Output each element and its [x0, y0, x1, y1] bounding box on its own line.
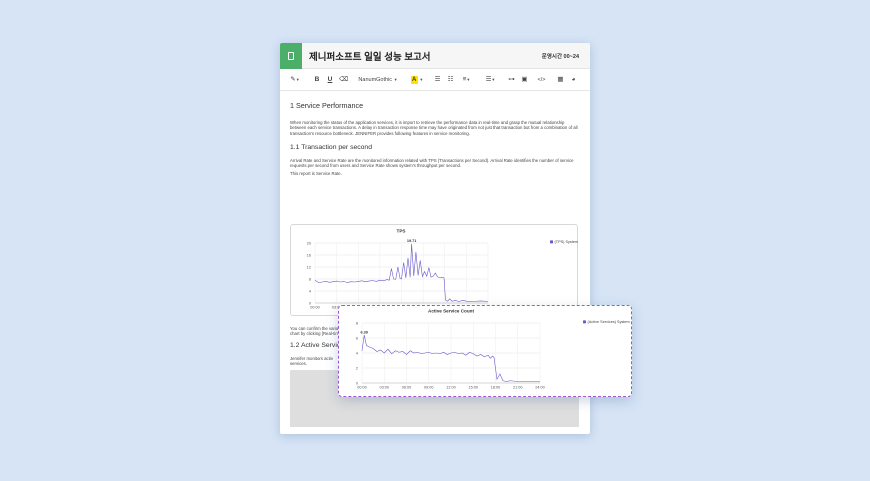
x-tick-label: 00:00 — [310, 306, 320, 310]
link-button[interactable]: ⊶ — [507, 74, 516, 86]
y-tick-label: 2 — [356, 366, 358, 370]
y-tick-label: 4 — [309, 289, 311, 293]
active-service-chart: Active Service Count0246800:00 03:00 06:00… — [356, 309, 630, 390]
chevron-down-icon: ▼ — [419, 77, 424, 82]
font-family-value: NanumGothic — [358, 77, 393, 83]
heading-service-performance: 1 Service Performance — [290, 101, 364, 110]
bold-button[interactable]: B — [313, 74, 321, 86]
eraser-button[interactable]: ⌫ — [339, 74, 349, 86]
legend-swatch — [550, 240, 553, 244]
y-tick-label: 8 — [309, 277, 311, 281]
document-title: 제니퍼소프트 일일 성능 보고서 — [309, 52, 431, 63]
brush-style-button[interactable]: ✎▼ — [289, 74, 301, 86]
peak-label: 6.39 — [361, 330, 368, 334]
x-tick-label: 24:00 — [535, 386, 545, 390]
y-tick-label: 6 — [356, 336, 358, 340]
x-tick-label: 03:00 — [379, 386, 389, 390]
font-family-select[interactable]: NanumGothic ▼ — [357, 74, 399, 86]
operating-hours-label: 운영시간 00~24 — [541, 54, 579, 60]
y-tick-label: 4 — [356, 351, 358, 355]
document-icon — [280, 43, 302, 69]
underline-button[interactable]: U — [326, 74, 334, 86]
image-icon: ▣ — [521, 76, 528, 83]
highlight-icon: A — [410, 76, 418, 84]
chevron-down-icon: ▼ — [295, 77, 300, 82]
x-tick-label: 09:00 — [424, 386, 434, 390]
x-tick-label: 06:00 — [402, 386, 412, 390]
theme-button[interactable]: ◕ — [569, 74, 578, 86]
x-tick-label: 21:00 — [513, 386, 523, 390]
align-button[interactable]: ≡▼ — [459, 74, 474, 86]
bullet-list-icon: ☰ — [434, 76, 441, 83]
x-tick-label: 15:00 — [468, 386, 478, 390]
chart-title: Active Service Count — [428, 309, 474, 314]
y-tick-label: 12 — [307, 265, 311, 269]
x-tick-label: 12:00 — [446, 386, 456, 390]
legend-label: (TPS) System — [555, 240, 579, 244]
numbered-list-button[interactable]: ☷ — [446, 74, 455, 86]
document-title-bar: 제니퍼소프트 일일 성능 보고서 운영시간 00~24 — [280, 43, 590, 69]
chevron-down-icon: ▼ — [466, 77, 471, 82]
chevron-down-icon: ▼ — [393, 77, 398, 82]
code-view-button[interactable]: </> — [536, 74, 547, 86]
link-icon: ⊶ — [508, 76, 515, 83]
x-tick-label: 18:00 — [491, 386, 501, 390]
editor-toolbar: ✎▼ B U ⌫ NanumGothic ▼ A ▼ ☰ ☷ ≡▼ ☰▼ ⊶ ▣… — [280, 69, 590, 91]
paragraph-intro: When monitoring the status of the applic… — [290, 120, 578, 136]
y-tick-label: 8 — [356, 321, 358, 325]
paragraph-service-rate: This report is Service Rate. — [290, 171, 342, 176]
y-tick-label: 16 — [307, 253, 311, 257]
table-icon: ▦ — [557, 76, 564, 83]
palette-icon: ◕ — [571, 76, 576, 83]
highlight-color-button[interactable]: A ▼ — [408, 74, 426, 86]
x-tick-label: 00:00 — [357, 386, 367, 390]
table-button[interactable]: ▦ — [556, 74, 565, 86]
legend-label: (Active Services) System — [588, 320, 630, 324]
y-tick-label: 20 — [307, 241, 311, 245]
eraser-icon: ⌫ — [339, 76, 349, 83]
heading-transaction-per-second: 1.1 Transaction per second — [290, 144, 372, 151]
legend-swatch — [583, 320, 586, 324]
line-height-button[interactable]: ☰▼ — [483, 74, 498, 86]
code-icon: </> — [537, 77, 546, 83]
paragraph-tps: Arrival Rate and Service Rate are the mo… — [290, 158, 574, 169]
tps-chart: TPS04812162000:0003:0006:0009:0012:0015:… — [307, 229, 579, 310]
chart-title: TPS — [397, 229, 406, 234]
tps-chart-card: TPS04812162000:0003:0006:0009:0012:0015:… — [290, 224, 578, 316]
numbered-list-icon: ☷ — [447, 76, 454, 83]
image-button[interactable]: ▣ — [520, 74, 529, 86]
active-service-chart-popup[interactable]: Active Service Count 0 2 4 6 8 00:00 03:00 06:00… — [338, 305, 632, 397]
chevron-down-icon: ▼ — [491, 77, 496, 82]
bullet-list-button[interactable]: ☰ — [433, 74, 442, 86]
peak-label: 19.71 — [407, 239, 417, 243]
